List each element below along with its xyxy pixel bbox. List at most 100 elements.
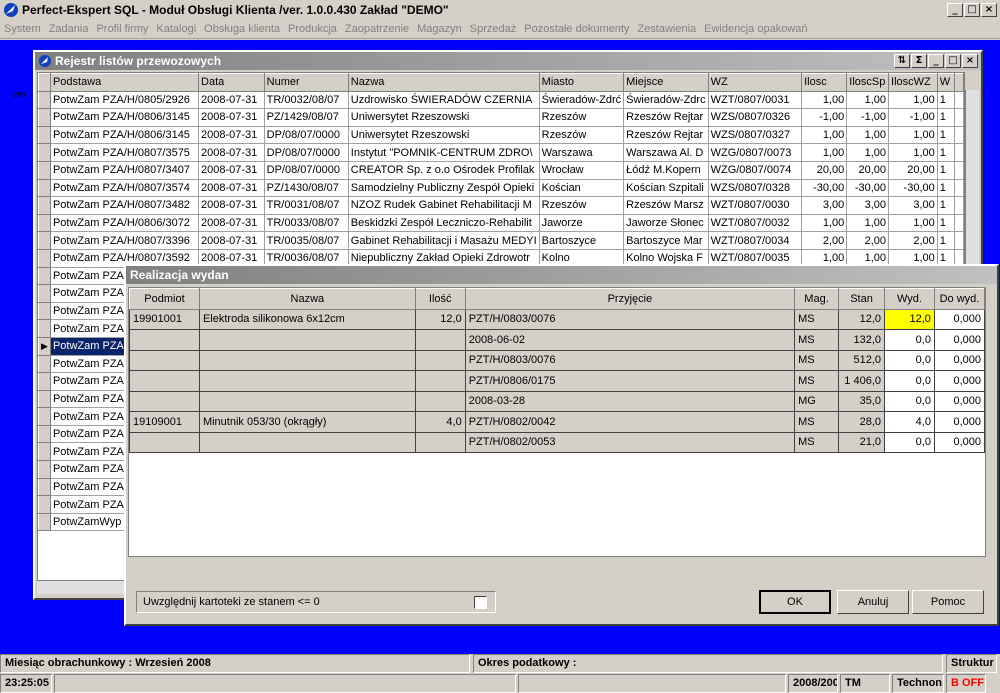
realizacja-row[interactable]: 19109001 Minutnik 053/30 (okrągły) 4,0 PZT/… — [129, 411, 985, 433]
menu-item[interactable]: Katalogi — [152, 23, 200, 35]
column-header[interactable]: WZ — [707, 73, 803, 92]
realizacja-edit-cell[interactable]: 4,0 — [884, 411, 935, 433]
column-header[interactable]: Miasto — [538, 73, 625, 92]
realizacja-edit-cell[interactable]: 0,000 — [933, 349, 985, 371]
table-row[interactable]: PotwZam PZA/H/0806/3145 2008-07-31 PZ/1429… — [38, 108, 964, 127]
menu-item[interactable]: Zestawienia — [633, 23, 700, 35]
realizacja-cell — [414, 390, 466, 412]
column-header[interactable]: Miejsce — [623, 73, 709, 92]
column-header[interactable]: IloscSp — [846, 73, 890, 92]
sort-icon[interactable]: ⇅ — [894, 54, 910, 68]
realizacja-column-header[interactable]: Mag. — [794, 288, 840, 310]
row-indicator: ▶ — [38, 336, 51, 356]
realizacja-edit-cell[interactable]: 0,0 — [884, 329, 935, 351]
realizacja-row[interactable]: 19901001 Elektroda silikonowa 6x12cm 12,0 P… — [129, 308, 985, 330]
realizacja-column-header[interactable]: Przyjęcie — [464, 288, 796, 310]
stan-checkbox-group: Uwzględnij kartoteki ze stanem <= 0 — [136, 591, 496, 613]
realizacja-row[interactable]: PZT/H/0802/0053 MS 21,0 0,0 0,000 — [129, 431, 985, 453]
realizacja-column-header[interactable]: Do wyd. — [933, 288, 985, 310]
menu-item[interactable]: System — [0, 23, 45, 35]
menu-item[interactable]: Ewidencja opakowań — [700, 23, 811, 35]
rejestr-hscrollbar[interactable] — [37, 580, 127, 594]
table-cell: 2008-07-31 — [198, 213, 265, 233]
column-header[interactable]: Nazwa — [347, 73, 540, 92]
table-row[interactable]: PotwZam PZA/H/0806/3145 2008-07-31 DP/08/0… — [38, 125, 964, 145]
realizacja-edit-cell[interactable]: 0,0 — [884, 370, 935, 392]
table-cell: PotwZam PZA/H/0806/3072 — [49, 213, 200, 233]
table-cell: WZS/0807/0328 — [707, 178, 803, 198]
menu-bar: System Zadania Profil firmy Katalogi Obsługa… — [0, 20, 1000, 39]
table-row[interactable]: PotwZam PZA/H/0807/3482 2008-07-31 TR/0031… — [38, 196, 964, 215]
realizacja-edit-cell[interactable]: 12,0 — [884, 308, 935, 330]
table-row[interactable]: PotwZam PZA/H/0807/3575 2008-07-31 DP/08/0… — [38, 143, 964, 162]
table-cell: 2,00 — [801, 231, 848, 250]
row-indicator — [38, 407, 51, 426]
column-header[interactable]: Ilosc — [801, 73, 848, 92]
rejestr-close-button[interactable]: × — [962, 54, 978, 68]
realizacja-edit-cell[interactable]: 0,000 — [933, 390, 985, 412]
table-cell: WZT/0807/0032 — [707, 213, 803, 233]
rejestr-minimize-button[interactable]: _ — [928, 54, 944, 68]
column-header-filler — [954, 73, 964, 92]
realizacja-edit-cell[interactable]: 0,000 — [933, 329, 985, 351]
help-button[interactable]: Pomoc — [912, 590, 984, 614]
row-indicator — [38, 231, 51, 250]
sum-icon[interactable]: Σ — [911, 54, 927, 68]
realizacja-column-header[interactable]: Ilość — [414, 288, 466, 310]
realizacja-edit-cell[interactable]: 0,000 — [933, 370, 985, 392]
realizacja-row[interactable]: PZT/H/0806/0175 MS 1 406,0 0,0 0,000 — [129, 370, 985, 392]
realizacja-cell: PZT/H/0803/0076 — [464, 308, 796, 330]
table-cell-filler — [954, 213, 964, 233]
realizacja-edit-cell[interactable]: 0,0 — [884, 390, 935, 412]
realizacja-edit-cell[interactable]: 0,000 — [933, 431, 985, 453]
realizacja-row[interactable]: 2008-06-02 MS 132,0 0,0 0,000 — [129, 329, 985, 351]
menu-item[interactable]: Profil firmy — [92, 23, 152, 35]
table-cell: 1 — [936, 196, 956, 215]
table-row[interactable]: PotwZam PZA/H/0805/2926 2008-07-31 TR/0032… — [38, 90, 964, 110]
column-header[interactable]: Podstawa — [49, 73, 200, 92]
stan-checkbox-label: Uwzględnij kartoteki ze stanem <= 0 — [143, 596, 320, 608]
stan-checkbox[interactable] — [474, 596, 487, 609]
realizacja-column-header[interactable]: Wyd. — [884, 288, 935, 310]
realizacja-row[interactable]: 2008-03-28 MG 35,0 0,0 0,000 — [129, 390, 985, 412]
realizacja-column-header[interactable]: Podmiot — [129, 288, 200, 310]
ok-button[interactable]: OK — [759, 590, 831, 614]
realizacja-edit-cell[interactable]: 0,000 — [933, 308, 985, 330]
realizacja-edit-cell[interactable]: 0,000 — [933, 411, 985, 433]
menu-item[interactable]: Zadania — [45, 23, 93, 35]
row-indicator — [38, 319, 51, 338]
column-header[interactable]: Data — [198, 73, 265, 92]
table-cell: Świeradów-Zdrc — [623, 90, 709, 110]
realizacja-grid[interactable]: Podmiot Nazwa Ilość Przyjęcie Mag. Stan Wyd. Do… — [128, 287, 986, 557]
rejestr-maximize-button[interactable]: □ — [945, 54, 961, 68]
column-header[interactable]: W — [936, 73, 956, 92]
table-cell: Rzeszów — [538, 108, 625, 127]
table-cell: DP/08/07/0000 — [263, 143, 349, 162]
menu-item[interactable]: Pozostałe dokumenty — [520, 23, 633, 35]
minimize-button[interactable]: _ — [947, 3, 963, 17]
menu-item[interactable]: Zaopatrzenie — [341, 23, 413, 35]
table-row[interactable]: PotwZam PZA/H/0807/3407 2008-07-31 DP/08/0… — [38, 160, 964, 180]
menu-item[interactable]: Produkcja — [284, 23, 341, 35]
realizacja-cell — [198, 349, 416, 371]
cancel-button[interactable]: Anuluj — [837, 590, 909, 614]
menu-item[interactable]: Obsługa klienta — [200, 23, 284, 35]
realizacja-cell — [129, 370, 200, 392]
table-row[interactable]: PotwZam PZA/H/0806/3072 2008-07-31 TR/0033… — [38, 213, 964, 233]
realizacja-edit-cell[interactable]: 0,0 — [884, 349, 935, 371]
column-header[interactable]: Numer — [263, 73, 349, 92]
realizacja-row[interactable]: PZT/H/0803/0076 MS 512,0 0,0 0,000 — [129, 349, 985, 371]
realizacja-cell — [198, 370, 416, 392]
menu-item[interactable]: Sprzedaż — [466, 23, 520, 35]
maximize-button[interactable]: □ — [964, 3, 980, 17]
column-header[interactable]: IloscWZ — [888, 73, 938, 92]
table-row[interactable]: PotwZam PZA/H/0807/3574 2008-07-31 PZ/1430… — [38, 178, 964, 198]
realizacja-column-header[interactable]: Stan — [838, 288, 885, 310]
realizacja-column-header[interactable]: Nazwa — [198, 288, 416, 310]
close-button[interactable]: × — [981, 3, 997, 17]
menu-item[interactable]: Magazyn — [413, 23, 466, 35]
table-row[interactable]: PotwZam PZA/H/0807/3396 2008-07-31 TR/0035… — [38, 231, 964, 250]
table-cell: Rzeszów Rejtar — [623, 125, 709, 145]
realizacja-cell: 1 406,0 — [838, 370, 885, 392]
realizacja-edit-cell[interactable]: 0,0 — [884, 431, 935, 453]
